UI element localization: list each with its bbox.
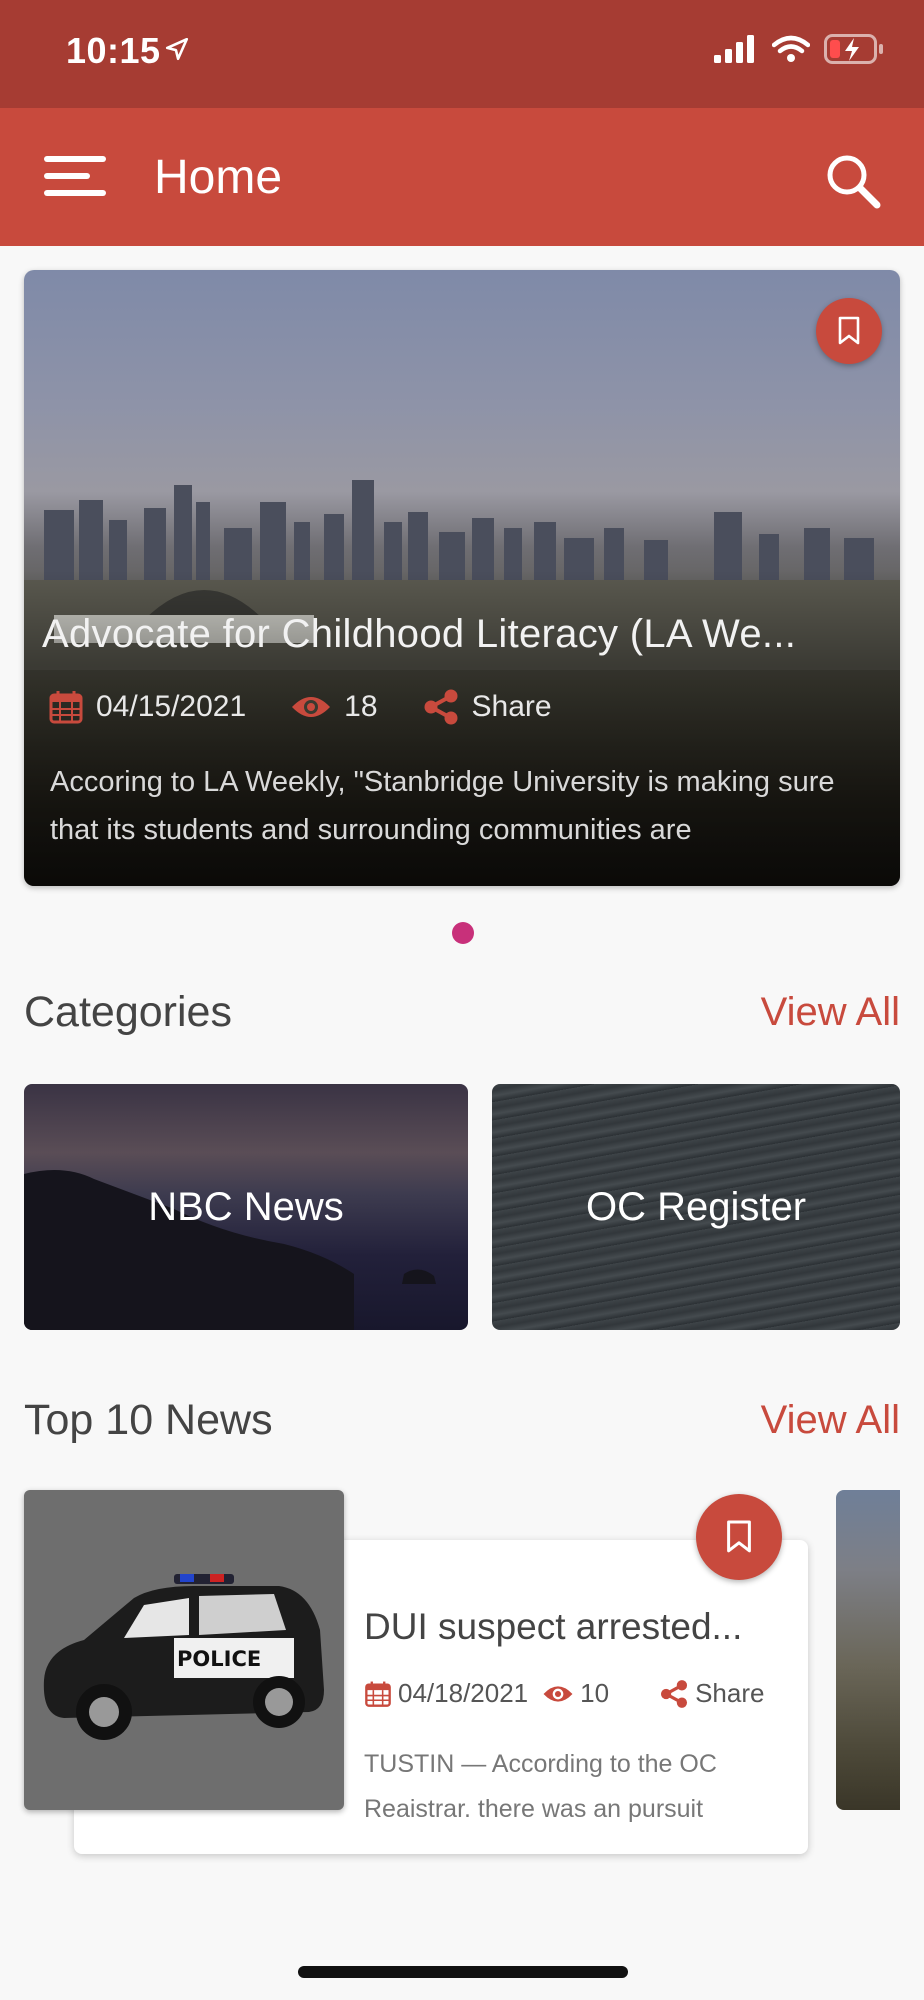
page-title: Home (154, 151, 283, 204)
home-indicator[interactable] (298, 1966, 628, 1978)
carousel-page-indicator[interactable] (452, 922, 474, 944)
news-share[interactable]: Share (659, 1678, 764, 1709)
top-news-view-all-link[interactable]: View All (761, 1398, 900, 1443)
featured-views: 18 (344, 690, 378, 723)
status-time: 10:15 (66, 30, 161, 71)
app-bar: Home (0, 108, 924, 246)
police-car-text: POLICE (177, 1647, 261, 1671)
categories-heading: Categories (24, 988, 232, 1036)
category-tile-oc-register[interactable]: OC Register (492, 1084, 900, 1330)
status-bar: 10:15 (0, 0, 924, 108)
police-car-thumbnail[interactable]: POLICE (24, 1490, 344, 1810)
location-arrow-icon (165, 37, 189, 61)
featured-share[interactable]: Share (422, 688, 552, 726)
category-label: OC Register (585, 1184, 807, 1229)
views-eye-icon (543, 1685, 573, 1702)
views-eye-icon (292, 697, 331, 717)
news-bookmark-button[interactable] (696, 1494, 782, 1580)
bookmark-button[interactable] (816, 298, 882, 364)
calendar-icon (365, 1681, 391, 1707)
wifi-icon (772, 35, 810, 62)
hamburger-menu-icon[interactable] (44, 156, 106, 200)
categories-view-all-link[interactable]: View All (761, 990, 900, 1035)
share-icon (661, 1679, 688, 1708)
news-excerpt: TUSTIN — According to the OC Reaistrar. … (364, 1750, 717, 1823)
top-news-carousel: POLICE DUI suspect arrested... 04/18/202… (24, 1490, 900, 1860)
news-share-label: Share (695, 1678, 765, 1708)
cellular-signal-icon (714, 35, 754, 63)
news-title[interactable]: DUI suspect arrested... (364, 1606, 804, 1648)
calendar-icon (49, 691, 83, 724)
battery-charging-icon (824, 34, 883, 64)
category-tile-nbc-news[interactable]: NBC News (24, 1084, 468, 1330)
featured-excerpt: Accoring to LA Weekly, "Stanbridge Unive… (50, 766, 835, 846)
category-label: NBC News (148, 1184, 344, 1229)
news-meta: 04/18/2021 10 Share (364, 1678, 764, 1709)
bookmark-icon (727, 1520, 751, 1553)
search-icon[interactable] (824, 152, 882, 210)
news-date: 04/18/2021 (398, 1678, 529, 1708)
status-icons (714, 34, 884, 64)
next-news-card-peek[interactable] (836, 1490, 900, 1810)
bookmark-icon (838, 316, 860, 345)
featured-title[interactable]: Advocate for Childhood Literacy (LA We..… (42, 612, 882, 657)
featured-date: 04/15/2021 (96, 690, 247, 723)
news-views: 10 (580, 1678, 610, 1708)
police-car-image: POLICE (43, 1574, 324, 1740)
featured-meta: 04/15/2021 18 Share (48, 688, 596, 726)
top-news-heading: Top 10 News (24, 1396, 273, 1444)
share-icon (424, 689, 458, 725)
featured-share-label: Share (471, 690, 552, 723)
featured-article-card[interactable]: Advocate for Childhood Literacy (LA We..… (24, 270, 900, 886)
